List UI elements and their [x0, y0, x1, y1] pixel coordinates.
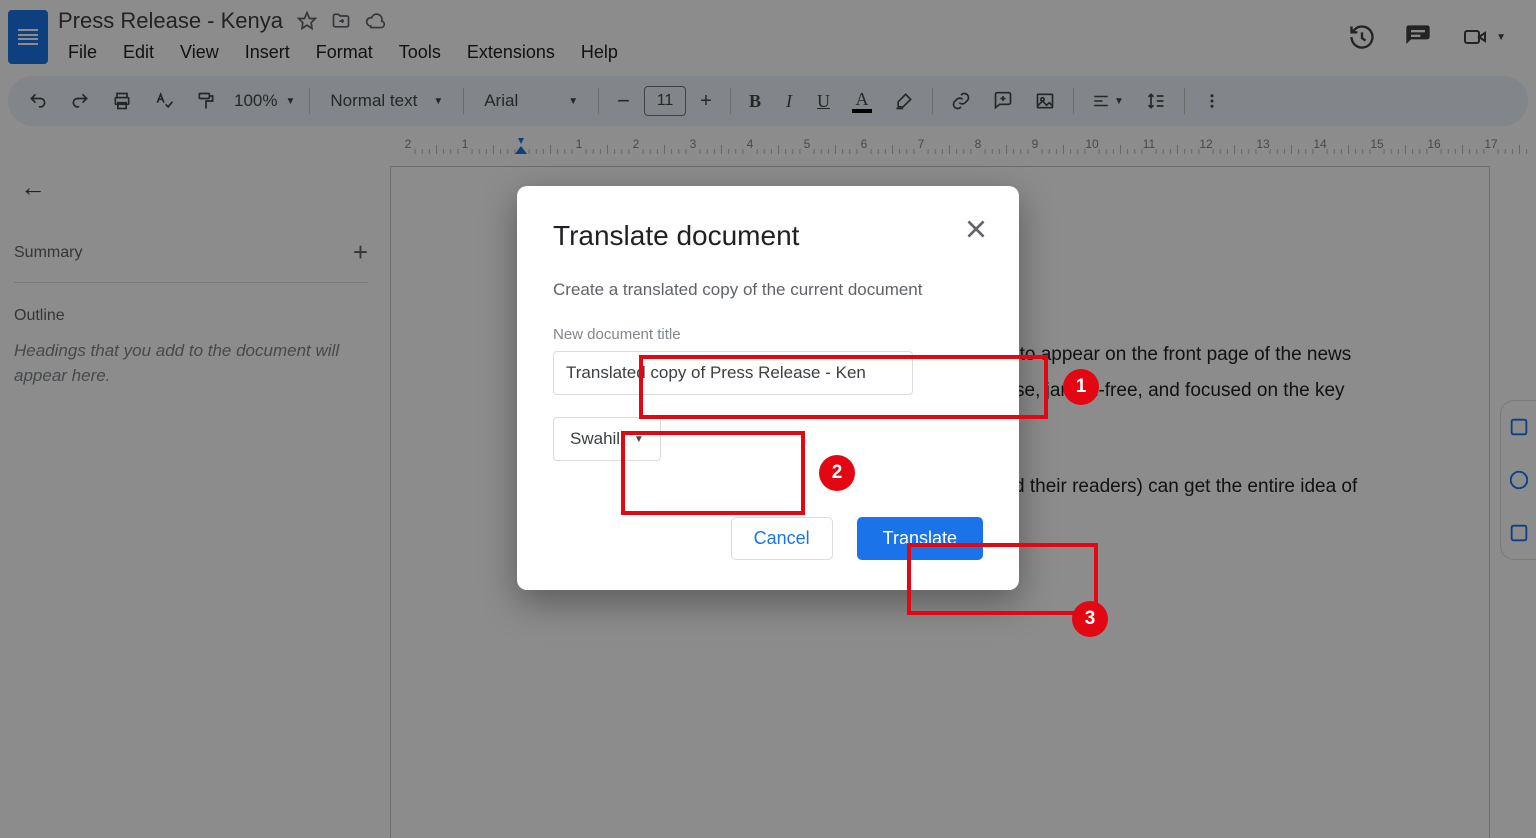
cancel-button[interactable]: Cancel [731, 517, 833, 560]
dialog-subtitle: Create a translated copy of the current … [553, 280, 983, 300]
translate-dialog: Translate document Create a translated c… [517, 186, 1019, 590]
annotation-badge-2: 2 [819, 455, 855, 491]
close-icon[interactable] [963, 216, 991, 244]
annotation-badge-3: 3 [1072, 601, 1108, 637]
language-dropdown[interactable]: Swahili ▼ [553, 417, 661, 461]
annotation-badge-1: 1 [1063, 369, 1099, 405]
dialog-title: Translate document [553, 220, 983, 252]
chevron-down-icon: ▼ [634, 434, 644, 445]
translate-button[interactable]: Translate [857, 517, 983, 560]
language-value: Swahili [570, 429, 624, 449]
new-title-label: New document title [553, 326, 983, 343]
new-title-input[interactable] [553, 351, 913, 395]
